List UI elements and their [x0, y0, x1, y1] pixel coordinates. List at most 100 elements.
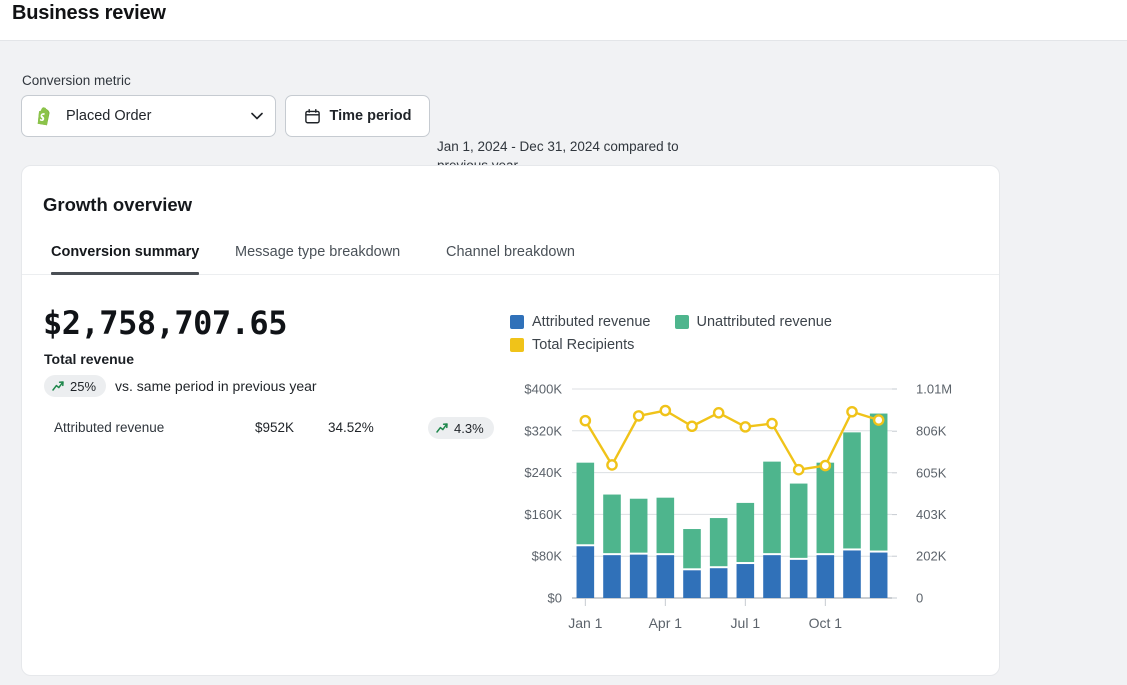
- chart-legend: Attributed revenue Unattributed revenue …: [510, 314, 980, 360]
- y-axis-tick-label-right: 806K: [916, 424, 947, 439]
- tab-channel-breakdown[interactable]: Channel breakdown: [446, 230, 575, 275]
- card-title: Growth overview: [43, 194, 192, 216]
- bar-unattributed-revenue[interactable]: [630, 499, 648, 553]
- filter-bar: Conversion metric Placed Order: [0, 41, 1127, 165]
- y-axis-tick-label-left: $400K: [524, 382, 562, 397]
- legend-label: Attributed revenue: [532, 314, 651, 330]
- line-data-point[interactable]: [874, 415, 883, 424]
- tab-bar: Conversion summary Message type breakdow…: [22, 230, 1000, 275]
- line-data-point[interactable]: [634, 411, 643, 420]
- line-data-point[interactable]: [661, 406, 670, 415]
- total-revenue-value: $2,758,707.65: [43, 304, 287, 342]
- bar-attributed-revenue[interactable]: [790, 560, 808, 598]
- bar-unattributed-revenue[interactable]: [843, 432, 861, 548]
- y-axis-tick-label-right: 202K: [916, 549, 947, 564]
- page-title: Business review: [12, 2, 166, 25]
- bar-unattributed-revenue[interactable]: [683, 529, 701, 568]
- tab-label: Channel breakdown: [446, 244, 575, 260]
- y-axis-tick-label-left: $240K: [524, 465, 562, 480]
- metric-value: $952K: [255, 420, 294, 435]
- total-revenue-delta-row: 25% vs. same period in previous year: [44, 375, 317, 397]
- bar-unattributed-revenue[interactable]: [657, 498, 675, 553]
- tab-label: Message type breakdown: [235, 244, 400, 260]
- combo-chart-svg: $0 $80K $160K $240K $320K $400K 0 202K 403K 605K 8…: [510, 381, 980, 646]
- x-axis-tick-label: Jul 1: [731, 615, 761, 631]
- line-total-recipients: [585, 411, 878, 470]
- bar-attributed-revenue[interactable]: [657, 555, 675, 598]
- bar-unattributed-revenue[interactable]: [737, 503, 755, 562]
- calendar-icon: [304, 108, 321, 125]
- x-axis-tick-label: Apr 1: [649, 615, 683, 631]
- bar-attributed-revenue[interactable]: [870, 553, 888, 598]
- legend-label: Unattributed revenue: [697, 314, 832, 330]
- line-data-point[interactable]: [714, 408, 723, 417]
- y-axis-tick-label-left: $320K: [524, 423, 562, 438]
- bar-unattributed-revenue[interactable]: [763, 462, 781, 554]
- x-axis-tick-label: Jan 1: [568, 615, 602, 631]
- bar-attributed-revenue[interactable]: [710, 568, 728, 598]
- metric-name: Attributed revenue: [54, 420, 164, 435]
- y-axis-tick-label-left: $0: [548, 591, 562, 606]
- tab-message-type-breakdown[interactable]: Message type breakdown: [235, 230, 400, 275]
- bar-unattributed-revenue[interactable]: [577, 463, 595, 545]
- bar-attributed-revenue[interactable]: [683, 570, 701, 598]
- legend-swatch-recipients: [510, 338, 524, 352]
- status-badge: 25%: [44, 375, 106, 397]
- trend-up-icon: [435, 421, 449, 435]
- bar-unattributed-revenue[interactable]: [870, 414, 888, 551]
- business-review-page: Business review Conversion metric Placed…: [0, 0, 1127, 685]
- y-axis-tick-label-right: 0: [916, 591, 923, 606]
- y-axis-tick-label-right: 1.01M: [916, 382, 952, 397]
- line-data-point[interactable]: [687, 422, 696, 431]
- bar-unattributed-revenue[interactable]: [710, 518, 728, 566]
- y-axis-tick-label-right: 605K: [916, 465, 947, 480]
- conversion-metric-label: Conversion metric: [22, 73, 131, 88]
- legend-item-unattributed-revenue: Unattributed revenue: [675, 314, 832, 330]
- x-axis-tick-label: Oct 1: [809, 615, 843, 631]
- metric-percent: 34.52%: [328, 420, 374, 435]
- bar-attributed-revenue[interactable]: [630, 555, 648, 598]
- metric-delta-badge: 4.3%: [428, 417, 494, 439]
- tab-label: Conversion summary: [51, 244, 199, 260]
- bar-attributed-revenue[interactable]: [737, 564, 755, 598]
- line-data-point[interactable]: [847, 407, 856, 416]
- total-revenue-label: Total revenue: [44, 351, 134, 367]
- line-data-point[interactable]: [741, 422, 750, 431]
- y-axis-tick-label-left: $80K: [532, 549, 563, 564]
- bar-attributed-revenue[interactable]: [763, 555, 781, 598]
- chevron-down-icon: [249, 108, 265, 124]
- time-period-button[interactable]: Time period: [285, 95, 430, 137]
- line-data-point[interactable]: [821, 461, 830, 470]
- legend-item-attributed-revenue: Attributed revenue: [510, 314, 651, 330]
- line-data-point[interactable]: [767, 419, 776, 428]
- top-header-bar: Business review: [0, 0, 1127, 41]
- legend-item-total-recipients: Total Recipients: [510, 337, 634, 353]
- conversion-metric-select[interactable]: Placed Order: [21, 95, 276, 137]
- legend-label: Total Recipients: [532, 337, 634, 353]
- legend-swatch-attributed: [510, 315, 524, 329]
- conversion-metric-value: Placed Order: [66, 108, 249, 124]
- legend-swatch-unattributed: [675, 315, 689, 329]
- bar-attributed-revenue[interactable]: [603, 555, 621, 598]
- line-data-point[interactable]: [581, 416, 590, 425]
- line-data-point[interactable]: [794, 465, 803, 474]
- bar-unattributed-revenue[interactable]: [790, 484, 808, 558]
- table-row: Attributed revenue $952K 34.52% 4.3%: [43, 415, 503, 443]
- y-axis-tick-label-left: $160K: [524, 507, 562, 522]
- growth-overview-card: Growth overview Conversion summary Messa…: [21, 165, 1000, 676]
- time-period-label: Time period: [330, 108, 412, 124]
- metric-delta-value: 4.3%: [454, 421, 484, 436]
- growth-chart: $0 $80K $160K $240K $320K $400K 0 202K 403K 605K 8…: [510, 381, 980, 646]
- delta-badge-value: 25%: [70, 379, 96, 394]
- y-axis-tick-label-right: 403K: [916, 507, 947, 522]
- bar-attributed-revenue[interactable]: [817, 555, 835, 598]
- trend-up-icon: [51, 379, 65, 393]
- delta-suffix-text: vs. same period in previous year: [115, 378, 317, 394]
- bar-attributed-revenue[interactable]: [577, 546, 595, 598]
- tab-conversion-summary[interactable]: Conversion summary: [51, 230, 199, 275]
- line-data-point[interactable]: [607, 460, 616, 469]
- bar-unattributed-revenue[interactable]: [817, 463, 835, 553]
- bar-unattributed-revenue[interactable]: [603, 495, 621, 554]
- bar-attributed-revenue[interactable]: [843, 550, 861, 598]
- shopify-bag-icon: [34, 106, 55, 127]
